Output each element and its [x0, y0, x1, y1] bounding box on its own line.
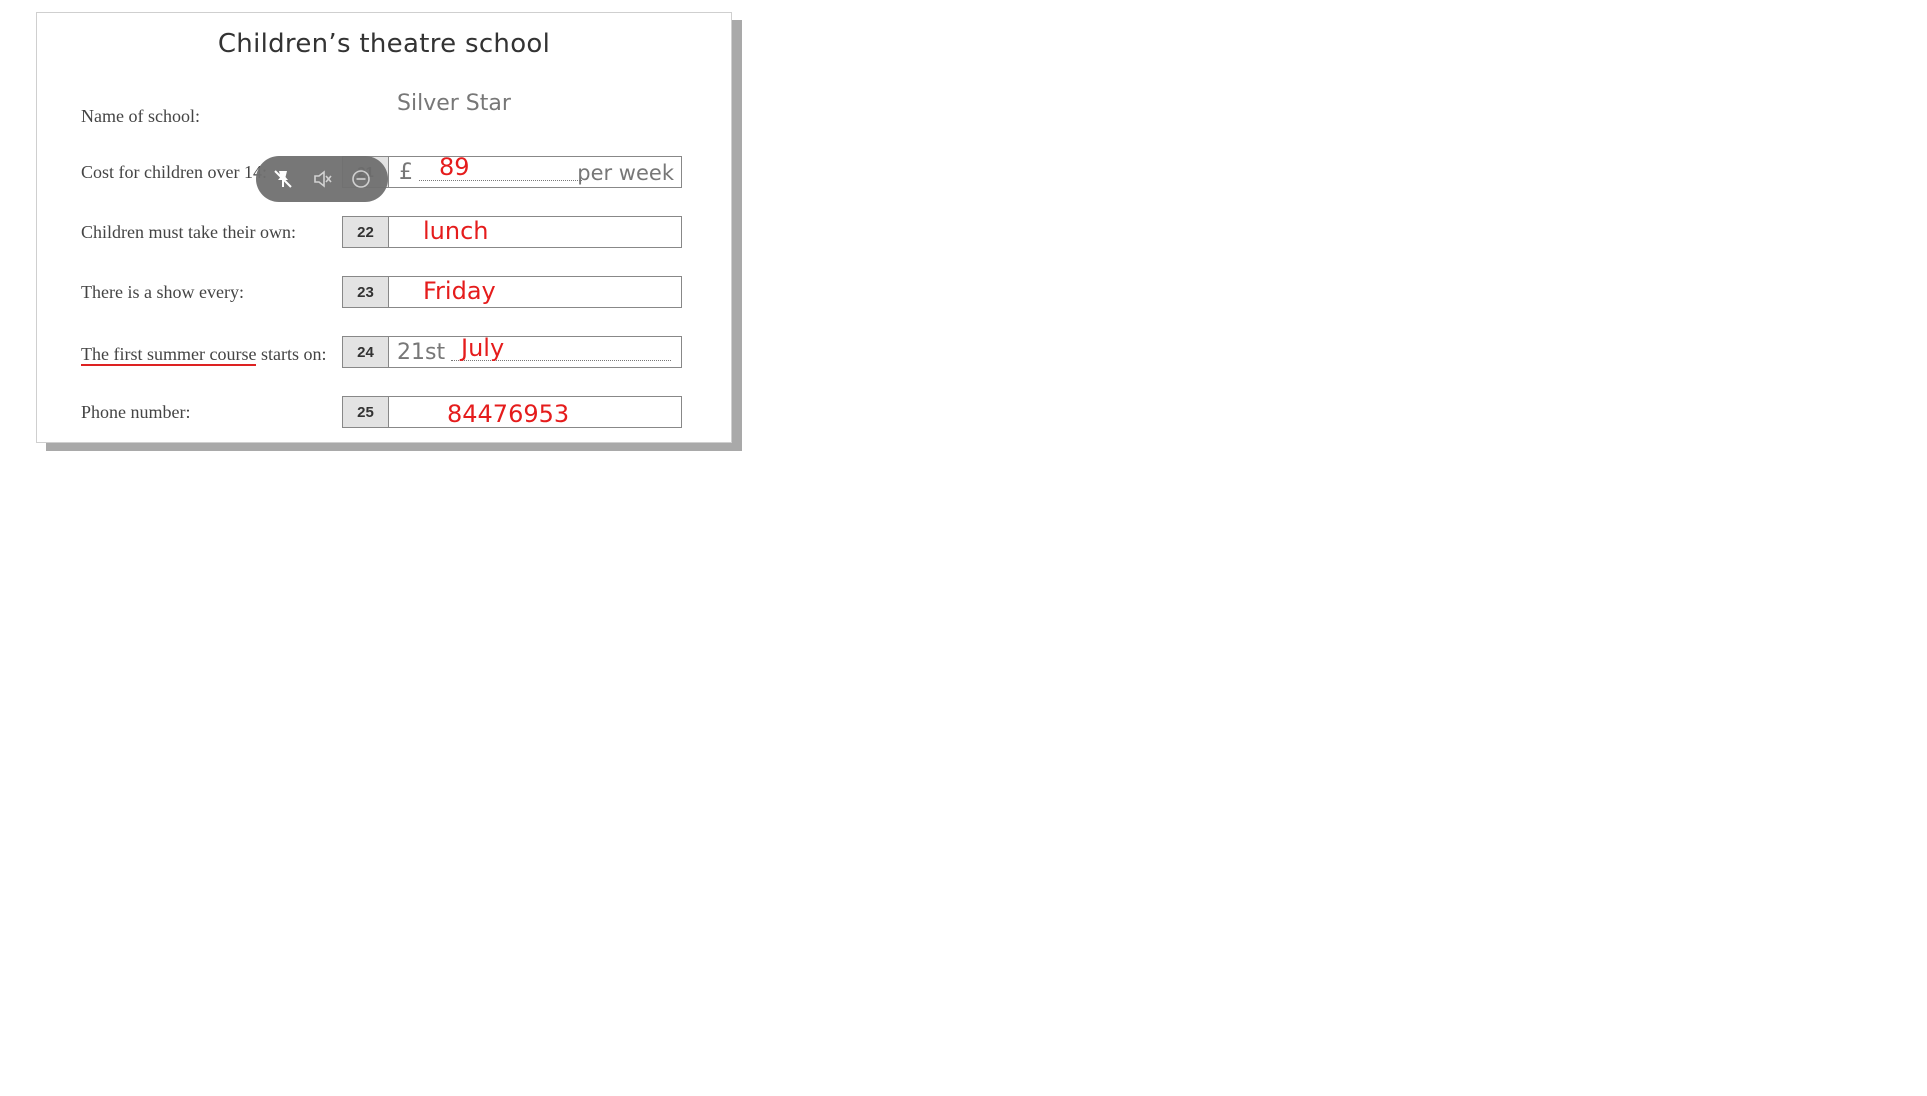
label-cost: Cost for children over 14:	[81, 162, 267, 182]
answer-field-25[interactable]: 25 84476953	[342, 396, 682, 428]
question-number-22: 22	[343, 217, 389, 247]
overlay-toolbar	[256, 156, 388, 202]
answer-23: Friday	[423, 277, 496, 305]
answer-field-21[interactable]: 21 £ 89 per week	[342, 153, 682, 188]
answer-field-24[interactable]: 24 21st July	[342, 336, 682, 368]
pin-off-icon[interactable]	[269, 165, 297, 193]
answer-24: July	[461, 334, 505, 362]
minus-circle-icon[interactable]	[347, 165, 375, 193]
question-number-24: 24	[343, 337, 389, 367]
mute-icon[interactable]	[308, 165, 336, 193]
date-prefix: 21st	[397, 340, 446, 365]
label-name-of-school: Name of school:	[81, 106, 200, 126]
label-phone: Phone number:	[81, 402, 191, 422]
answer-field-23[interactable]: 23 Friday	[342, 276, 682, 308]
worksheet-card: Children’s theatre school Name of school…	[36, 12, 732, 443]
label-summer-course: The first summer course starts on:	[81, 343, 331, 366]
answer-field-22[interactable]: 22 lunch	[342, 216, 682, 248]
worksheet-title: Children’s theatre school	[217, 29, 551, 59]
question-number-23: 23	[343, 277, 389, 307]
unit-suffix: per week	[577, 161, 674, 185]
school-name-value: Silver Star	[397, 91, 511, 116]
answer-25: 84476953	[447, 400, 570, 428]
label-take-own: Children must take their own:	[81, 222, 296, 242]
label-show-every: There is a show every:	[81, 282, 244, 302]
answer-21: 89	[439, 153, 470, 181]
answer-22: lunch	[423, 217, 489, 245]
label-summer-course-underlined: The first summer course	[81, 344, 257, 366]
label-summer-course-rest: starts on:	[256, 344, 327, 364]
currency-prefix: £	[399, 160, 413, 185]
question-number-25: 25	[343, 397, 389, 427]
